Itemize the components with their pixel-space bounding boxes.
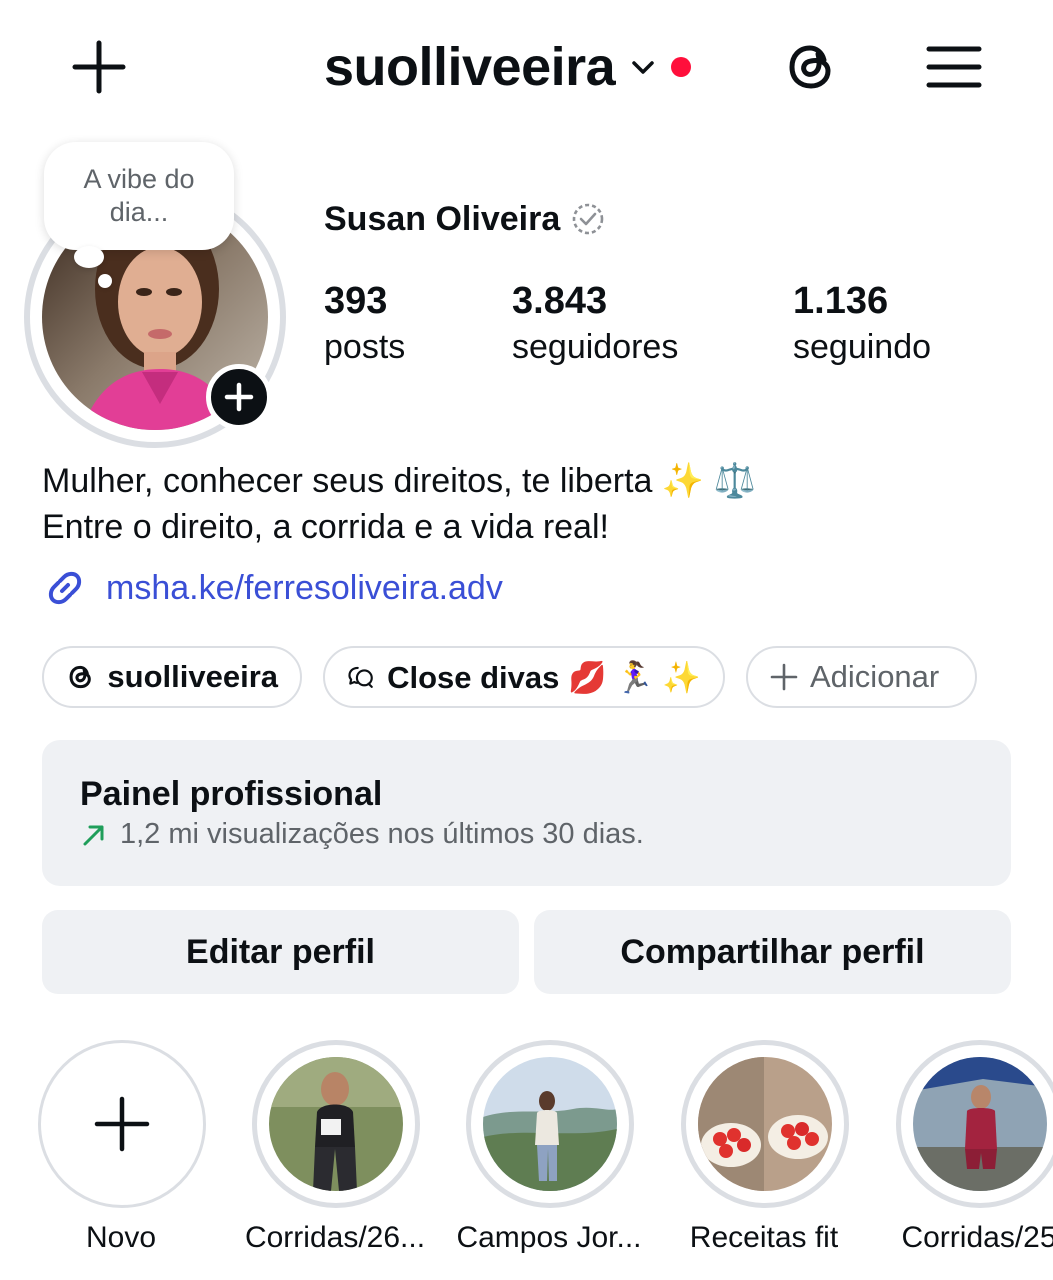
highlight-thumbnail: [698, 1057, 832, 1191]
close-friends-pill[interactable]: Close divas 💋 🏃‍♀️ ✨: [323, 646, 725, 708]
share-profile-button[interactable]: Compartilhar perfil: [534, 910, 1011, 994]
dashboard-subtitle: 1,2 mi visualizações nos últimos 30 dias…: [120, 818, 644, 850]
following-count: 1.136: [793, 280, 889, 322]
highlight-label: Receitas fit: [689, 1221, 839, 1254]
highlight-thumbnail: [913, 1057, 1047, 1191]
professional-dashboard[interactable]: Painel profissional 1,2 mi visualizações…: [42, 740, 1011, 886]
top-bar: suolliveeira: [0, 0, 1053, 135]
plus-icon: [94, 1096, 150, 1152]
highlight-label: Corridas/26...: [244, 1221, 426, 1254]
edit-profile-button[interactable]: Editar perfil: [42, 910, 519, 994]
plus-icon: [224, 382, 254, 412]
stat-following[interactable]: 1.136 seguindo: [793, 278, 931, 370]
threads-icon[interactable]: [780, 36, 842, 98]
note-text: A vibe do dia...: [83, 164, 195, 227]
trend-up-arrow-icon: [83, 825, 104, 845]
highlight-thumbnail: [269, 1057, 403, 1191]
threads-pill[interactable]: suolliveeira: [42, 646, 302, 708]
highlight-thumbnail: [483, 1057, 617, 1191]
threads-icon: [69, 665, 91, 689]
create-plus-icon[interactable]: [66, 34, 132, 100]
dashboard-subtitle-row: 1,2 mi visualizações nos últimos 30 dias…: [80, 818, 973, 851]
highlight-label: Novo: [85, 1221, 157, 1254]
link-text[interactable]: msha.ke/ferresoliveira.adv: [106, 569, 503, 608]
bio-line: Entre o direito, a corrida e a vida real…: [42, 508, 609, 546]
link-icon: [48, 571, 82, 605]
threads-pill-label: suolliveeira: [107, 659, 278, 694]
notification-dot: [671, 57, 692, 77]
full-name-row: Susan Oliveira: [324, 196, 606, 242]
followers-count: 3.843: [512, 280, 608, 322]
menu-icon[interactable]: [924, 40, 984, 94]
chevron-down-icon[interactable]: [629, 53, 657, 81]
chat-bubbles-icon: [348, 666, 373, 688]
note-bubble-tail: [74, 246, 104, 268]
note-bubble[interactable]: A vibe do dia...: [44, 142, 234, 250]
plus-icon: [770, 663, 798, 691]
stat-posts[interactable]: 393 posts: [324, 278, 405, 370]
add-pill[interactable]: Adicionar: [746, 646, 977, 708]
stat-followers[interactable]: 3.843 seguidores: [512, 278, 678, 370]
bio-link[interactable]: msha.ke/ferresoliveira.adv: [42, 564, 503, 612]
full-name: Susan Oliveira: [324, 199, 561, 238]
highlight-label: Corridas/25: [901, 1221, 1053, 1254]
posts-label: posts: [324, 328, 406, 366]
add-pill-label: Adicionar: [810, 659, 940, 694]
highlight-label: Campos Jor...: [456, 1221, 642, 1254]
bio: Mulher, conhecer seus direitos, te liber…: [42, 458, 756, 550]
account-switcher[interactable]: suolliveeira: [324, 34, 692, 100]
add-story-button[interactable]: [206, 364, 272, 430]
dashboard-title: Painel profissional: [80, 775, 383, 813]
bio-line: Mulher, conhecer seus direitos, te liber…: [42, 462, 756, 500]
verified-badge-icon[interactable]: [570, 201, 606, 237]
close-friends-label: Close divas 💋 🏃‍♀️ ✨: [387, 659, 701, 695]
followers-label: seguidores: [512, 328, 679, 366]
following-label: seguindo: [793, 328, 932, 366]
posts-count: 393: [324, 280, 388, 322]
note-bubble-tail-small: [98, 274, 112, 288]
username[interactable]: suolliveeira: [324, 40, 616, 94]
highlight-new-ring: [38, 1040, 206, 1208]
